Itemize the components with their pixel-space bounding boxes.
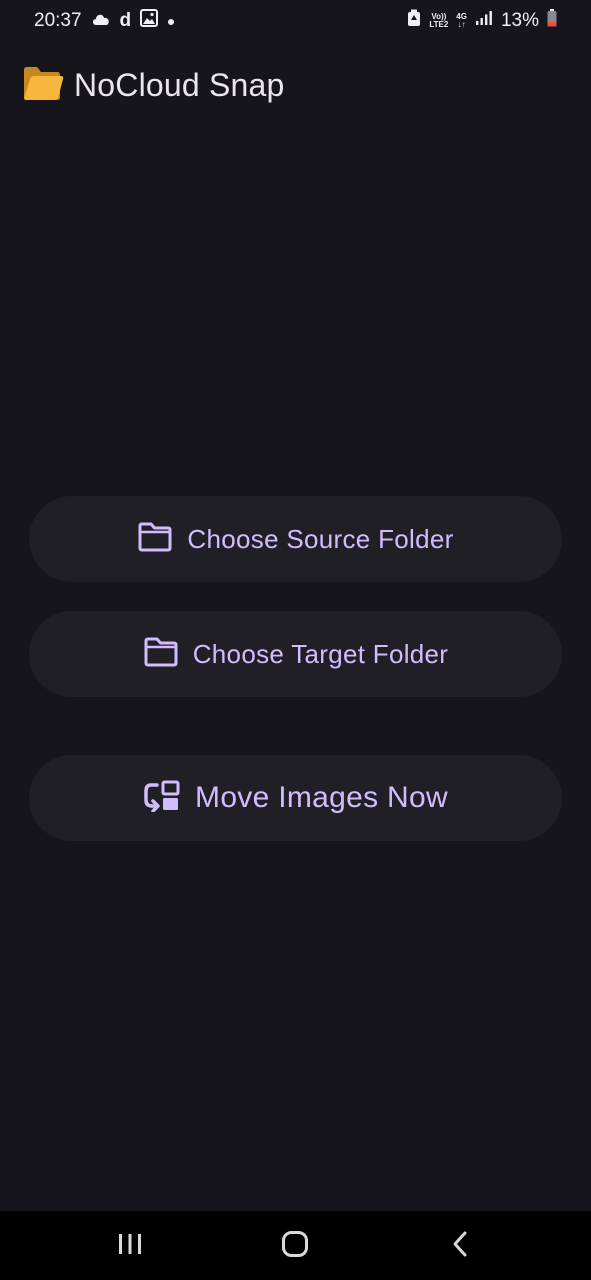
system-navigation-bar (0, 1211, 591, 1280)
app-title: NoCloud Snap (74, 67, 285, 103)
volte-line2: LTE2 (429, 20, 449, 29)
home-icon (281, 1230, 309, 1263)
network-type-indicator: 4G ↓↑ (456, 13, 467, 29)
back-button[interactable] (441, 1229, 481, 1263)
battery-icon (547, 9, 557, 33)
folder-outline-icon (143, 637, 179, 672)
battery-saver-icon (407, 9, 421, 33)
status-right: Vo)) LTE2 4G ↓↑ 13% (407, 9, 557, 33)
signal-icon (475, 10, 493, 32)
app-header: NoCloud Snap (22, 64, 285, 107)
notification-dot-icon (167, 10, 175, 32)
data-arrows-icon: ↓↑ (457, 20, 466, 29)
choose-source-folder-button[interactable]: Choose Source Folder (29, 496, 562, 582)
choose-source-folder-label: Choose Source Folder (187, 523, 454, 554)
move-images-icon (143, 780, 181, 817)
status-time: 20:37 (34, 10, 82, 31)
carrier-icon: d (119, 10, 132, 31)
volte-indicator: Vo)) LTE2 (429, 13, 448, 29)
back-chevron-icon (451, 1230, 471, 1263)
folder-emoji-icon (22, 64, 64, 107)
status-bar: 20:37 d Vo)) LTE2 4G ↓↑ 13% (0, 0, 591, 44)
home-button[interactable] (275, 1229, 315, 1263)
status-left: 20:37 d (34, 9, 175, 33)
move-images-now-button[interactable]: Move Images Now (29, 755, 562, 841)
folder-outline-icon (137, 522, 173, 557)
choose-target-folder-label: Choose Target Folder (192, 638, 449, 669)
cloud-icon (91, 10, 111, 32)
choose-target-folder-button[interactable]: Choose Target Folder (29, 611, 562, 697)
move-images-now-label: Move Images Now (195, 781, 448, 814)
battery-percent: 13% (500, 10, 539, 31)
image-icon (140, 9, 159, 33)
recent-apps-icon (117, 1232, 143, 1261)
recent-apps-button[interactable] (110, 1229, 150, 1263)
